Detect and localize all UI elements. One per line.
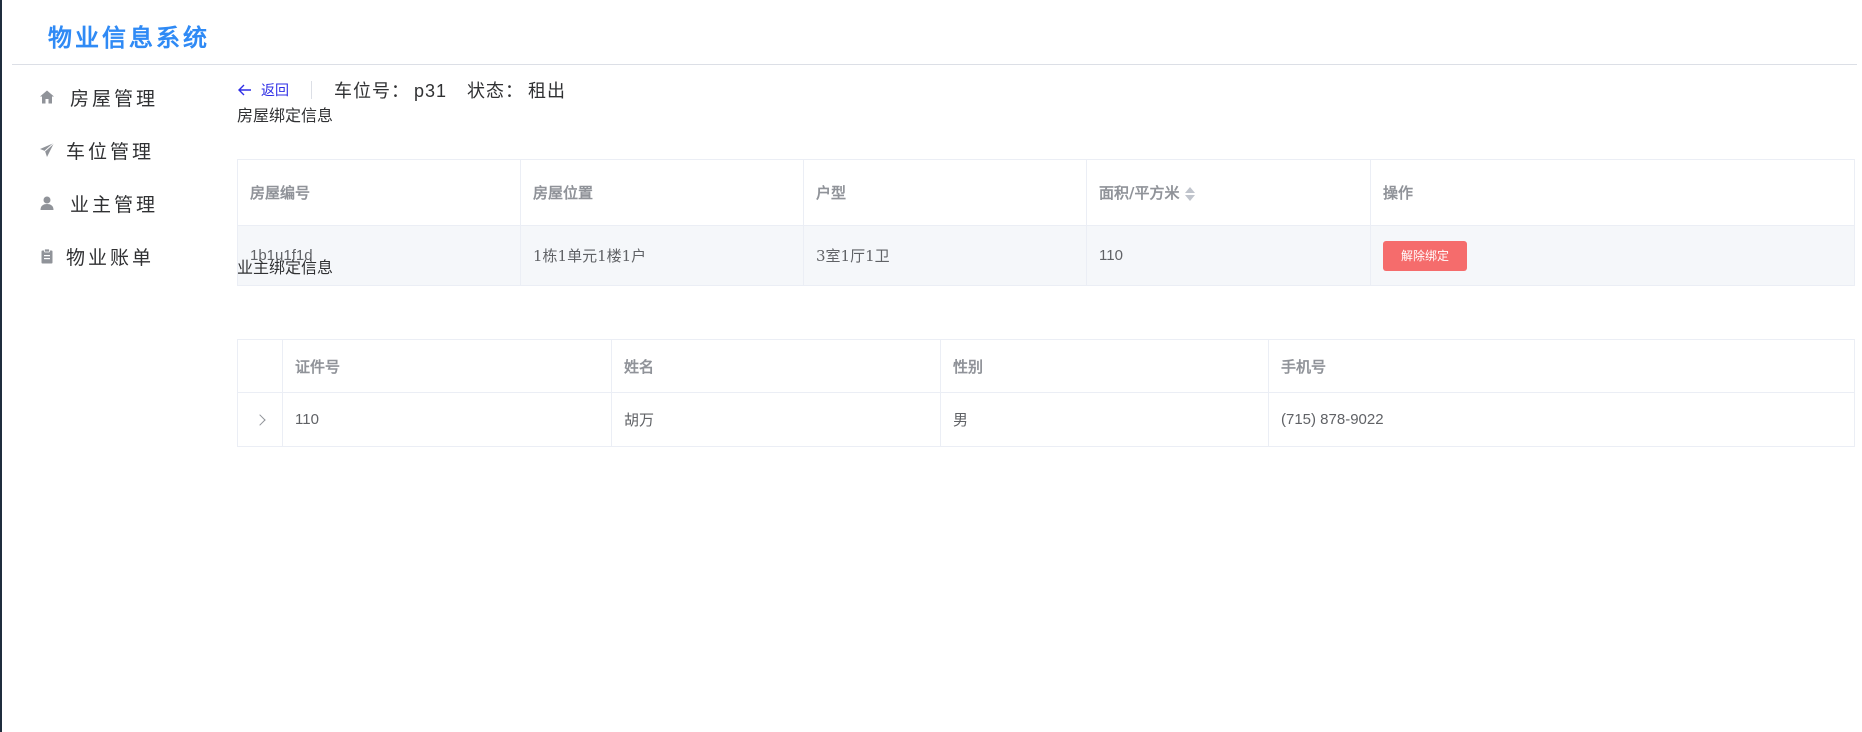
window-edge: [0, 0, 2, 732]
status-label: 状态：: [467, 81, 525, 102]
sidebar-item-label: 业主管理: [70, 193, 159, 216]
home-icon: [38, 88, 56, 106]
action-cell: 解除绑定: [1370, 225, 1855, 286]
table-row: 110 胡万 男 (715) 878-9022: [237, 392, 1855, 447]
table-header-row: 房屋编号 房屋位置 户型 面积/平方米 操作: [237, 159, 1855, 226]
column-header: 操作: [1370, 159, 1855, 226]
house-area-cell: 110: [1086, 225, 1371, 286]
table-header-row: 证件号 姓名 性别 手机号: [237, 339, 1855, 393]
user-icon: [38, 194, 56, 212]
table-row: 1b1u1f1d 1栋1单元1楼1户 3室1厅1卫 110 解除绑定: [237, 225, 1855, 286]
app-title: 物业信息系统: [48, 23, 210, 52]
expand-toggle[interactable]: [237, 392, 283, 447]
paper-plane-icon: [38, 141, 56, 159]
column-header: 房屋位置: [520, 159, 804, 226]
column-header-label: 面积/平方米: [1099, 184, 1180, 202]
column-header: 手机号: [1268, 339, 1855, 393]
column-header: 证件号: [282, 339, 612, 393]
parking-info: 车位号： p31 状态： 租出: [334, 77, 570, 103]
page-header: 返回 车位号： p31 状态： 租出: [237, 76, 937, 104]
column-header: 性别: [940, 339, 1269, 393]
parking-value: p31: [414, 81, 448, 101]
expand-column-header: [237, 339, 283, 393]
house-table: 房屋编号 房屋位置 户型 面积/平方米 操作 1b1u1f1d 1栋1单元1楼1…: [237, 159, 1855, 286]
house-section-title: 房屋绑定信息: [237, 106, 334, 125]
house-type-cell: 3室1厅1卫: [803, 225, 1087, 286]
chevron-right-icon: [254, 414, 266, 426]
column-header: 姓名: [611, 339, 941, 393]
owner-table: 证件号 姓名 性别 手机号 110 胡万 男 (715) 878-9022: [237, 339, 1855, 447]
sidebar-item-label: 物业账单: [66, 246, 155, 269]
sidebar: 房屋管理 车位管理 业主管理 物业账单: [12, 66, 236, 732]
area-column-header[interactable]: 面积/平方米: [1086, 159, 1371, 226]
status-value: 租出: [528, 81, 567, 102]
owner-id-cell: 110: [282, 392, 612, 447]
header-divider: [311, 81, 312, 99]
column-header: 户型: [803, 159, 1087, 226]
sidebar-item-label: 房屋管理: [70, 87, 159, 110]
arrow-left-icon: [238, 84, 251, 96]
clipboard-icon: [38, 247, 56, 265]
owner-phone-cell: (715) 878-9022: [1268, 392, 1855, 447]
sidebar-item-bill[interactable]: 物业账单: [12, 225, 236, 287]
owner-gender-cell: 男: [940, 392, 1269, 447]
owner-section-title: 业主绑定信息: [237, 258, 334, 277]
sidebar-item-label: 车位管理: [66, 140, 155, 163]
back-button[interactable]: 返回: [237, 80, 289, 100]
parking-label: 车位号：: [334, 81, 410, 102]
house-location-cell: 1栋1单元1楼1户: [520, 225, 804, 286]
sort-icon[interactable]: [1185, 186, 1196, 202]
app-header: 物业信息系统: [12, 0, 1857, 65]
column-header: 房屋编号: [237, 159, 521, 226]
owner-name-cell: 胡万: [611, 392, 941, 447]
unbind-button[interactable]: 解除绑定: [1383, 240, 1468, 271]
back-label: 返回: [261, 83, 289, 99]
